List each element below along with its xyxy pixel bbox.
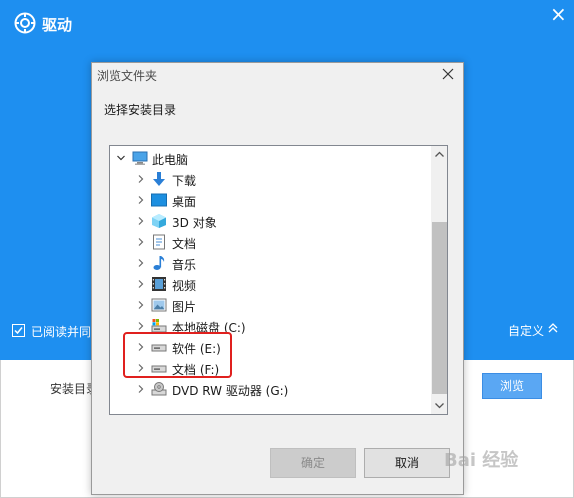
chevron-right-icon[interactable] — [136, 237, 146, 247]
tree-item-music[interactable]: 音乐 — [110, 253, 431, 274]
browse-folder-dialog: 浏览文件夹 选择安装目录 此电脑 下载 桌面 3D 对象 文档 音乐 视频 图片… — [91, 62, 464, 495]
browse-button[interactable]: 浏览 — [482, 373, 542, 399]
tree-item-videos[interactable]: 视频 — [110, 274, 431, 295]
chevron-right-icon[interactable] — [136, 258, 146, 268]
3d-objects-icon — [152, 214, 166, 228]
chevron-right-icon[interactable] — [136, 384, 146, 394]
ok-button[interactable]: 确定 — [270, 448, 356, 478]
agree-text: 已阅读并同意 — [31, 325, 91, 339]
annotation-highlight-box — [123, 332, 232, 378]
desktop-icon — [151, 193, 167, 207]
chevron-right-icon[interactable] — [136, 216, 146, 226]
tree-item-label: 视频 — [172, 279, 197, 293]
dialog-prompt: 选择安装目录 — [104, 103, 177, 117]
dvd-drive-icon — [151, 382, 167, 396]
app-logo-icon — [14, 12, 36, 34]
tree-item-label: 此电脑 — [152, 153, 189, 167]
tree-item-desktop[interactable]: 桌面 — [110, 190, 431, 211]
chevron-right-icon[interactable] — [136, 300, 146, 310]
pictures-icon — [151, 298, 167, 312]
tree-item-label: 文档 — [172, 237, 197, 251]
tree-scrollbar[interactable] — [431, 146, 448, 414]
dialog-close-icon[interactable] — [439, 65, 457, 83]
downloads-icon — [153, 172, 165, 186]
watermark: Bai 经验 — [444, 450, 519, 471]
double-chevron-up-icon[interactable] — [547, 322, 559, 334]
tree-item-drive-g[interactable]: DVD RW 驱动器 (G:) — [110, 379, 431, 400]
tree-item-label: 3D 对象 — [172, 216, 217, 230]
tree-item-pictures[interactable]: 图片 — [110, 295, 431, 316]
videos-icon — [152, 277, 166, 291]
tree-item-this-pc[interactable]: 此电脑 — [110, 148, 431, 169]
computer-icon — [132, 151, 148, 165]
music-icon — [153, 256, 165, 270]
tree-item-label: 下载 — [172, 174, 197, 188]
install-dir-label: 安装目录 — [50, 382, 94, 396]
tree-item-label: DVD RW 驱动器 (G:) — [172, 384, 289, 398]
chevron-right-icon[interactable] — [136, 195, 146, 205]
tree-item-3d-objects[interactable]: 3D 对象 — [110, 211, 431, 232]
checkmark-icon — [14, 327, 23, 335]
chevron-right-icon[interactable] — [136, 174, 146, 184]
cancel-button[interactable]: 取消 — [364, 448, 450, 478]
custom-install-link[interactable]: 自定义 — [508, 322, 544, 339]
agree-checkbox[interactable] — [12, 324, 25, 337]
documents-icon — [153, 234, 165, 250]
chevron-right-icon[interactable] — [136, 321, 146, 331]
scrollbar-thumb[interactable] — [432, 222, 447, 394]
chevron-right-icon[interactable] — [136, 279, 146, 289]
installer-close-icon[interactable]: × — [550, 4, 567, 24]
tree-item-downloads[interactable]: 下载 — [110, 169, 431, 190]
scroll-down-icon[interactable] — [431, 397, 448, 414]
scroll-up-icon[interactable] — [431, 146, 448, 163]
dialog-title: 浏览文件夹 — [97, 69, 158, 83]
chevron-down-icon[interactable] — [116, 153, 126, 163]
installer-title: 驱动 — [42, 16, 73, 34]
tree-item-label: 音乐 — [172, 258, 197, 272]
tree-item-label: 图片 — [172, 300, 197, 314]
tree-item-label: 桌面 — [172, 195, 197, 209]
tree-item-documents[interactable]: 文档 — [110, 232, 431, 253]
